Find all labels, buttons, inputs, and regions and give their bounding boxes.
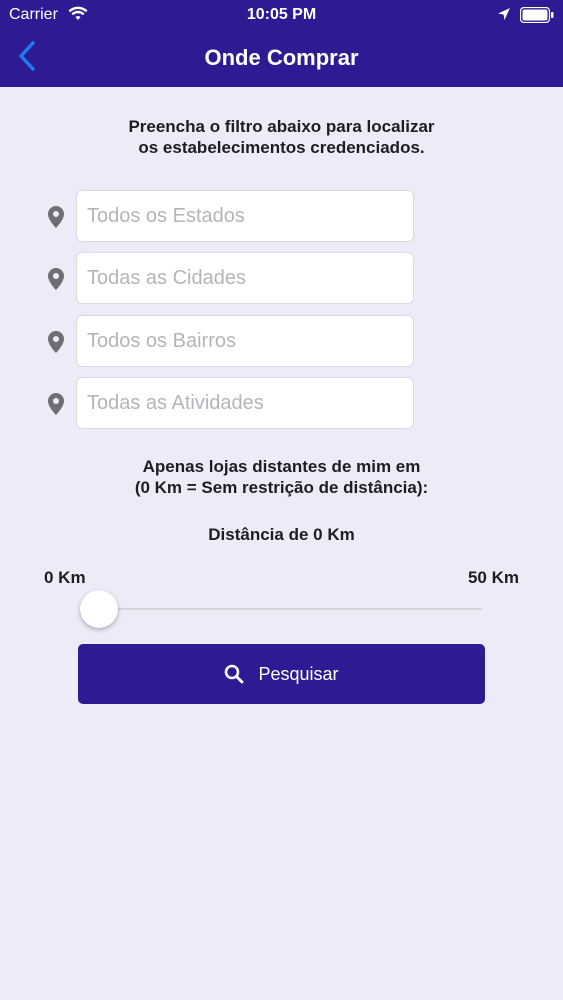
- search-icon: [224, 664, 244, 684]
- intro-line-1: Preencha o filtro abaixo para localizar: [128, 117, 435, 136]
- cidade-field[interactable]: [76, 252, 414, 304]
- filter-row-bairros: [46, 315, 416, 369]
- intro-text: Preencha o filtro abaixo para localizar …: [0, 116, 563, 158]
- distance-line-2: (0 Km = Sem restrição de distância):: [134, 478, 429, 497]
- filter-row-atividades: [46, 377, 416, 431]
- page-title: Onde Comprar: [204, 45, 359, 70]
- distance-slider-track[interactable]: [98, 608, 482, 610]
- filter-row-cidades: [46, 252, 416, 306]
- estado-field[interactable]: [76, 190, 414, 242]
- atividade-field[interactable]: [76, 377, 414, 429]
- battery-icon: [519, 6, 554, 28]
- map-pin-icon: [48, 206, 64, 233]
- distance-value-label: Distância de 0 Km: [208, 525, 355, 544]
- slider-min-label: 0 Km: [44, 568, 86, 587]
- filter-row-estados: [46, 190, 416, 244]
- slider-max-label: 50 Km: [467, 568, 519, 587]
- bairro-field[interactable]: [76, 315, 414, 367]
- map-pin-icon: [48, 331, 64, 358]
- distance-line-1: Apenas lojas distantes de mim em: [142, 457, 421, 476]
- search-button[interactable]: Pesquisar: [78, 644, 485, 704]
- distance-slider-thumb[interactable]: [80, 590, 118, 628]
- map-pin-icon: [48, 393, 64, 420]
- app-header: Carrier 10:05 PM Onde Comprar: [0, 0, 563, 87]
- intro-line-2: os estabelecimentos credenciados.: [138, 138, 425, 157]
- status-bar: Carrier 10:05 PM: [0, 0, 563, 30]
- status-time: 10:05 PM: [246, 6, 317, 23]
- search-button-label: Pesquisar: [258, 663, 339, 684]
- location-arrow-icon: [497, 7, 511, 26]
- map-pin-icon: [48, 268, 64, 295]
- distance-instructions: Apenas lojas distantes de mim em (0 Km =…: [0, 456, 563, 498]
